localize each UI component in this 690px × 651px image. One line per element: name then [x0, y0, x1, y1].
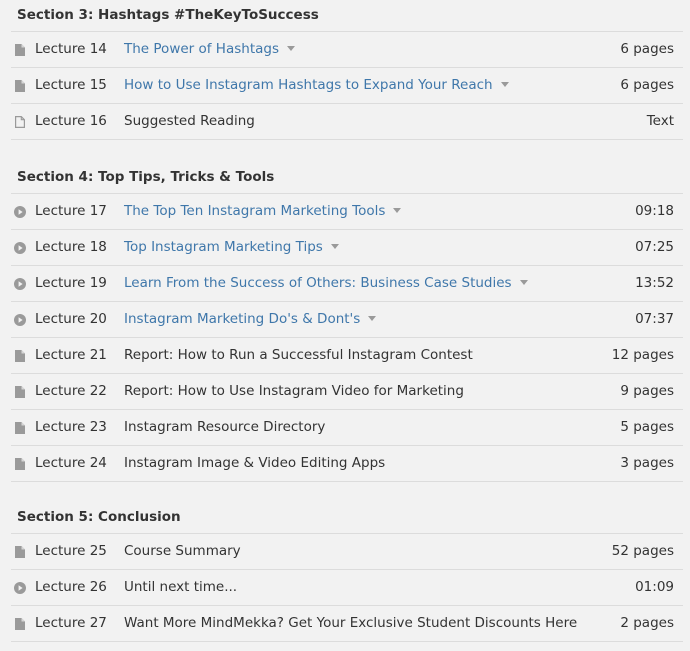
lecture-title-text: Course Summary	[124, 543, 241, 559]
caret-down-icon[interactable]	[519, 279, 528, 285]
lecture-row[interactable]: Lecture 27 Want More MindMekka? Get Your …	[11, 606, 683, 642]
lecture-title-text: Want More MindMekka? Get Your Exclusive …	[124, 615, 578, 631]
lecture-duration: 2 pages	[620, 615, 674, 631]
lecture-number: Lecture 24	[35, 455, 107, 471]
caret-down-icon[interactable]	[500, 81, 509, 87]
lecture-title[interactable]: Top Instagram Marketing Tips	[124, 230, 339, 265]
lecture-title: Until next time...	[124, 570, 237, 605]
lecture-row[interactable]: Lecture 18 Top Instagram Marketing Tips 07…	[11, 230, 683, 266]
lecture-title-text: Until next time...	[124, 579, 238, 595]
play-icon	[14, 266, 26, 301]
caret-down-icon[interactable]	[393, 207, 402, 213]
lecture-number: Lecture 19	[35, 275, 107, 291]
lecture-title-text[interactable]: The Power of Hashtags	[124, 41, 279, 57]
lecture-row[interactable]: Lecture 24 Instagram Image & Video Editin…	[11, 446, 683, 482]
lecture-title[interactable]: Learn From the Success of Others: Busine…	[124, 266, 528, 301]
lecture-duration: Text	[646, 113, 674, 129]
lecture-number: Lecture 18	[35, 239, 107, 255]
lecture-number: Lecture 16	[35, 113, 107, 129]
lecture-title-text[interactable]: Instagram Marketing Do's & Dont's	[124, 311, 360, 327]
document-icon	[14, 606, 26, 641]
lecture-title-text: Instagram Resource Directory	[124, 419, 326, 435]
curriculum-section: Section 4: Top Tips, Tricks & Tools Lectu…	[11, 162, 683, 482]
lecture-number: Lecture 26	[35, 579, 107, 595]
lecture-duration: 07:37	[635, 311, 674, 327]
lecture-number: Lecture 14	[35, 41, 107, 57]
lecture-number: Lecture 17	[35, 203, 107, 219]
lecture-title[interactable]: Instagram Marketing Do's & Dont's	[124, 302, 377, 337]
lecture-title-text[interactable]: Top Instagram Marketing Tips	[124, 239, 323, 255]
document-icon	[14, 534, 26, 569]
curriculum-section: Section 3: Hashtags #TheKeyToSuccess Lect…	[11, 0, 683, 140]
section-title: Section 5: Conclusion	[11, 502, 683, 534]
lecture-number: Lecture 21	[35, 347, 107, 363]
lecture-title-text: Report: How to Use Instagram Video for M…	[124, 383, 464, 399]
lecture-title: Suggested Reading	[124, 104, 255, 139]
section-title: Section 4: Top Tips, Tricks & Tools	[11, 162, 683, 194]
play-icon	[14, 194, 26, 229]
lecture-duration: 09:18	[635, 203, 674, 219]
lecture-title: Want More MindMekka? Get Your Exclusive …	[124, 606, 577, 641]
lecture-row[interactable]: Lecture 20 Instagram Marketing Do's & Don…	[11, 302, 683, 338]
document-icon	[14, 374, 26, 409]
lecture-row[interactable]: Lecture 26 Until next time... 01:09	[11, 570, 683, 606]
lecture-title-text[interactable]: The Top Ten Instagram Marketing Tools	[124, 203, 385, 219]
lecture-duration: 9 pages	[620, 383, 674, 399]
lecture-number: Lecture 20	[35, 311, 107, 327]
document-icon	[14, 446, 26, 481]
lecture-row[interactable]: Lecture 21 Report: How to Run a Successfu…	[11, 338, 683, 374]
lecture-duration: 6 pages	[620, 77, 674, 93]
lecture-title[interactable]: The Top Ten Instagram Marketing Tools	[124, 194, 402, 229]
caret-down-icon[interactable]	[287, 45, 295, 51]
lecture-title[interactable]: The Power of Hashtags	[124, 32, 295, 67]
lecture-row[interactable]: Lecture 23 Instagram Resource Directory 5 …	[11, 410, 683, 446]
play-icon	[14, 570, 26, 605]
lecture-row[interactable]: Lecture 19 Learn From the Success of Othe…	[11, 266, 683, 302]
document-icon	[14, 32, 26, 67]
caret-down-icon[interactable]	[368, 315, 377, 321]
lecture-number: Lecture 25	[35, 543, 107, 559]
lecture-duration: 52 pages	[611, 543, 674, 559]
document-icon	[14, 68, 26, 103]
section-title: Section 3: Hashtags #TheKeyToSuccess	[11, 0, 683, 32]
lecture-duration: 13:52	[635, 275, 674, 291]
play-icon	[14, 230, 26, 265]
lecture-row[interactable]: Lecture 16 Suggested Reading Text	[11, 104, 683, 140]
lecture-title-text: Instagram Image & Video Editing Apps	[124, 455, 386, 471]
document-icon	[14, 410, 26, 445]
lecture-title-text: Suggested Reading	[124, 113, 255, 129]
lecture-row[interactable]: Lecture 25 Course Summary 52 pages	[11, 534, 683, 570]
curriculum-section: Section 5: Conclusion Lecture 25 Course Su…	[11, 502, 683, 642]
lecture-row[interactable]: Lecture 14 The Power of Hashtags 6 pages	[11, 32, 683, 68]
lecture-duration: 07:25	[635, 239, 674, 255]
lecture-number: Lecture 23	[35, 419, 107, 435]
lecture-duration: 01:09	[635, 579, 674, 595]
lecture-title: Course Summary	[124, 534, 241, 569]
lecture-title: Report: How to Use Instagram Video for M…	[124, 374, 464, 409]
lecture-duration: 6 pages	[620, 41, 674, 57]
lecture-title: Report: How to Run a Successful Instagra…	[124, 338, 473, 373]
text-document-icon	[14, 104, 26, 139]
caret-down-icon[interactable]	[330, 243, 339, 249]
lecture-row[interactable]: Lecture 15 How to Use Instagram Hashtags …	[11, 68, 683, 104]
curriculum-list: Section 3: Hashtags #TheKeyToSuccess Lect…	[0, 0, 690, 651]
lecture-number: Lecture 27	[35, 615, 107, 631]
lecture-number: Lecture 22	[35, 383, 107, 399]
lecture-title: Instagram Resource Directory	[124, 410, 325, 445]
play-icon	[14, 302, 26, 337]
lecture-row[interactable]: Lecture 17 The Top Ten Instagram Marketin…	[11, 194, 683, 230]
lecture-title-text[interactable]: Learn From the Success of Others: Busine…	[124, 275, 512, 291]
lecture-title-text[interactable]: How to Use Instagram Hashtags to Expand …	[124, 77, 493, 93]
lecture-title[interactable]: How to Use Instagram Hashtags to Expand …	[124, 68, 509, 103]
lecture-duration: 12 pages	[611, 347, 674, 363]
lecture-title: Instagram Image & Video Editing Apps	[124, 446, 385, 481]
lecture-title-text: Report: How to Run a Successful Instagra…	[124, 347, 473, 363]
lecture-number: Lecture 15	[35, 77, 107, 93]
lecture-row[interactable]: Lecture 22 Report: How to Use Instagram V…	[11, 374, 683, 410]
lecture-duration: 3 pages	[620, 455, 674, 471]
lecture-duration: 5 pages	[620, 419, 674, 435]
document-icon	[14, 338, 26, 373]
